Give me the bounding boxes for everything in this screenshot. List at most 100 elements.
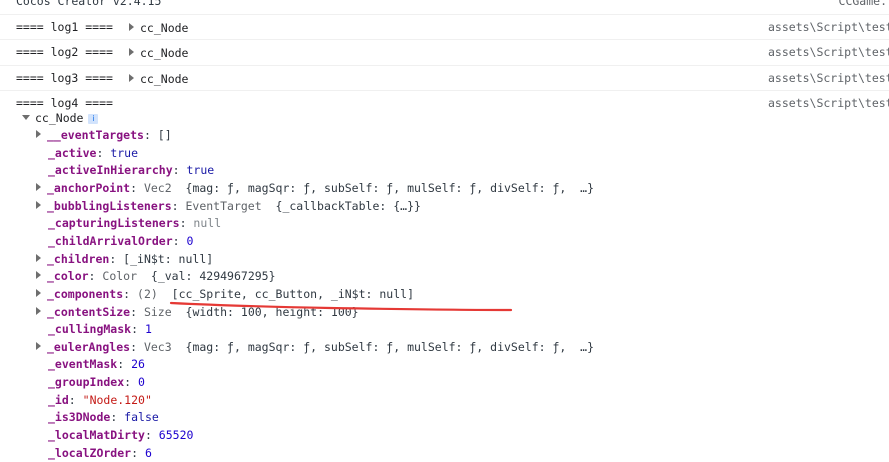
tree-root-name[interactable]: cc_Node: [35, 111, 83, 125]
property-key: _eventMask: [48, 357, 118, 372]
log-entry-1: ==== log1 ==== cc_Node assets\Script\tes…: [0, 14, 889, 40]
property-key: _capturingListeners: [48, 216, 180, 231]
console-header: Cocos Creator v2.4.15 CCGame.: [0, 0, 889, 14]
expand-arrow-icon[interactable]: [36, 341, 41, 350]
tree-property-row[interactable]: _contentSize: Size {width: 100, height: …: [36, 304, 359, 321]
property-separator: :: [68, 392, 83, 407]
tree-property-row: _eventMask: 26: [48, 356, 145, 373]
tree-property-row[interactable]: _children: [_iN$t: null]: [36, 251, 213, 268]
property-key: _active: [48, 145, 97, 160]
property-separator: :: [130, 339, 144, 354]
property-type: (2): [137, 286, 158, 301]
property-value: {_val: 4294967295}: [150, 269, 276, 284]
property-separator: :: [124, 375, 139, 390]
tree-property-row[interactable]: _color: Color {_val: 4294967295}: [36, 268, 276, 285]
expand-arrow-icon[interactable]: [36, 182, 41, 191]
tree-property-row[interactable]: __eventTargets: []: [36, 127, 172, 144]
property-value: []: [157, 128, 172, 142]
expand-arrow-icon[interactable]: [36, 306, 41, 315]
tree-property-row: _active: true: [48, 145, 138, 162]
expand-arrow-icon[interactable]: [36, 288, 41, 297]
log-object-name[interactable]: cc_Node: [140, 72, 188, 86]
property-key: __eventTargets: [47, 128, 144, 142]
property-separator: :: [88, 269, 103, 284]
property-separator: :: [130, 304, 144, 319]
property-value: false: [124, 410, 159, 425]
log-label: ==== log3 ====: [16, 71, 113, 85]
expand-arrow-icon[interactable]: [36, 253, 41, 262]
property-separator: :: [109, 251, 124, 266]
log-label: ==== log2 ====: [16, 45, 113, 59]
property-type: Vec3: [143, 339, 172, 354]
log-object-toggle[interactable]: cc_Node: [129, 21, 188, 35]
property-key: _id: [48, 392, 69, 407]
log-object-name[interactable]: cc_Node: [140, 21, 188, 35]
expand-arrow-icon[interactable]: [129, 74, 134, 82]
log-source-link[interactable]: assets\Script\test: [768, 71, 889, 85]
property-separator: :: [131, 322, 145, 337]
tree-property-row[interactable]: _eulerAngles: Vec3 {mag: ƒ, magSqr: ƒ, s…: [36, 339, 594, 356]
expand-arrow-icon[interactable]: [36, 200, 41, 209]
property-separator: :: [143, 128, 158, 142]
property-key: _cullingMask: [48, 322, 132, 337]
property-value: 6: [144, 445, 152, 460]
log-object-toggle[interactable]: cc_Node: [129, 46, 188, 60]
property-separator: :: [179, 216, 194, 231]
log-label: ==== log1 ====: [16, 20, 113, 34]
expand-arrow-icon[interactable]: [129, 23, 134, 31]
property-separator: :: [96, 145, 111, 160]
tree-property-row: _is3DNode: false: [48, 409, 159, 426]
property-key: _activeInHierarchy: [48, 163, 173, 178]
property-separator: :: [110, 410, 125, 425]
property-value: true: [186, 163, 215, 178]
property-value: null: [193, 216, 222, 231]
tree-property-row[interactable]: _anchorPoint: Vec2 {mag: ƒ, magSqr: ƒ, s…: [36, 180, 594, 197]
property-separator: :: [171, 198, 186, 213]
property-value: [cc_Sprite, cc_Button, _iN$t: null]: [171, 286, 414, 301]
header-title: Cocos Creator v2.4.15: [16, 0, 162, 8]
property-key: _anchorPoint: [47, 180, 131, 195]
property-key: _groupIndex: [48, 375, 125, 390]
expand-arrow-icon[interactable]: [36, 271, 41, 280]
log-source-link[interactable]: assets\Script\test: [768, 20, 889, 34]
property-key: _children: [47, 251, 110, 266]
log-object-toggle[interactable]: cc_Node: [129, 72, 188, 86]
expand-arrow-icon[interactable]: [36, 130, 41, 138]
info-icon[interactable]: i: [88, 114, 99, 124]
property-value: 0: [138, 375, 145, 390]
property-value: {mag: ƒ, magSqr: ƒ, subSelf: ƒ, mulSelf:…: [185, 180, 595, 195]
property-separator: :: [144, 428, 159, 443]
log-entry-2: ==== log2 ==== cc_Node assets\Script\tes…: [0, 39, 889, 65]
property-value: true: [110, 145, 139, 160]
log-source-link[interactable]: assets\Script\test: [768, 45, 889, 59]
property-value: [_iN$t: null]: [123, 251, 214, 266]
property-type: Color: [102, 269, 138, 284]
tree-property-row: _id: "Node.120": [48, 392, 152, 409]
property-key: _bubblingListeners: [47, 198, 172, 213]
property-separator: :: [130, 180, 144, 195]
property-type: Size: [143, 304, 172, 319]
tree-property-row[interactable]: _bubblingListeners: EventTarget {_callba…: [36, 198, 421, 215]
log-source-link[interactable]: assets\Script\test: [768, 96, 889, 110]
property-value: {_callbackTable: {…}}: [275, 198, 421, 213]
property-key: _is3DNode: [48, 410, 111, 425]
property-type: Vec2: [143, 180, 172, 195]
property-separator: :: [117, 357, 132, 372]
expand-arrow-icon[interactable]: [129, 48, 134, 56]
header-source-link[interactable]: CCGame.: [839, 0, 887, 8]
property-key: _localZOrder: [48, 445, 132, 460]
property-key: _components: [47, 286, 124, 301]
property-value: {mag: ƒ, magSqr: ƒ, subSelf: ƒ, mulSelf:…: [185, 339, 595, 354]
log-entry-4: ==== log4 ==== assets\Script\test: [0, 90, 889, 116]
property-value: {width: 100, height: 100}: [185, 304, 359, 319]
property-key: _contentSize: [47, 304, 131, 319]
property-value: 0: [186, 233, 194, 248]
property-type: EventTarget: [185, 198, 262, 213]
tree-property-row: _activeInHierarchy: true: [48, 162, 214, 179]
tree-property-row: _capturingListeners: null: [48, 215, 221, 232]
tree-property-row[interactable]: _components: (2) [cc_Sprite, cc_Button, …: [36, 286, 414, 303]
log-object-name[interactable]: cc_Node: [140, 46, 188, 60]
collapse-arrow-icon[interactable]: [22, 115, 30, 120]
tree-root[interactable]: cc_Node i: [22, 110, 99, 127]
tree-property-row: _groupIndex: 0: [48, 374, 145, 391]
